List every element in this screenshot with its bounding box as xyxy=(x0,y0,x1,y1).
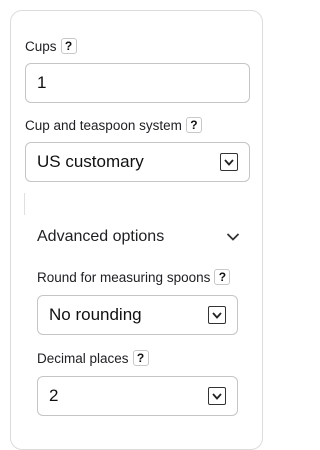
decimals-label: Decimal places xyxy=(37,350,129,366)
decimals-select-value: 2 xyxy=(49,386,59,405)
decimals-help-icon[interactable]: ? xyxy=(132,350,149,366)
chevron-down-icon xyxy=(220,153,238,171)
cups-input[interactable]: 1 xyxy=(25,63,250,103)
cups-label-row: Cups ? xyxy=(25,38,77,54)
advanced-options-title[interactable]: Advanced options xyxy=(37,228,164,246)
cups-label: Cups xyxy=(25,38,57,54)
system-label: Cup and teaspoon system xyxy=(25,117,182,133)
decimals-select[interactable]: 2 xyxy=(37,376,238,416)
cups-input-value: 1 xyxy=(37,73,47,92)
rounding-select-value: No rounding xyxy=(49,305,142,324)
system-label-row: Cup and teaspoon system ? xyxy=(25,117,202,133)
rounding-label-row: Round for measuring spoons ? xyxy=(37,269,231,285)
chevron-down-icon xyxy=(208,387,226,405)
rounding-select[interactable]: No rounding xyxy=(37,295,238,335)
system-select-value: US customary xyxy=(37,152,144,171)
section-divider xyxy=(24,193,25,215)
cups-help-icon[interactable]: ? xyxy=(60,38,77,54)
system-select[interactable]: US customary xyxy=(25,142,250,182)
decimals-label-row: Decimal places ? xyxy=(37,350,149,366)
chevron-down-icon xyxy=(208,306,226,324)
chevron-down-icon[interactable] xyxy=(226,232,240,242)
rounding-help-icon[interactable]: ? xyxy=(214,269,231,285)
system-help-icon[interactable]: ? xyxy=(185,117,202,133)
rounding-label: Round for measuring spoons xyxy=(37,269,211,285)
